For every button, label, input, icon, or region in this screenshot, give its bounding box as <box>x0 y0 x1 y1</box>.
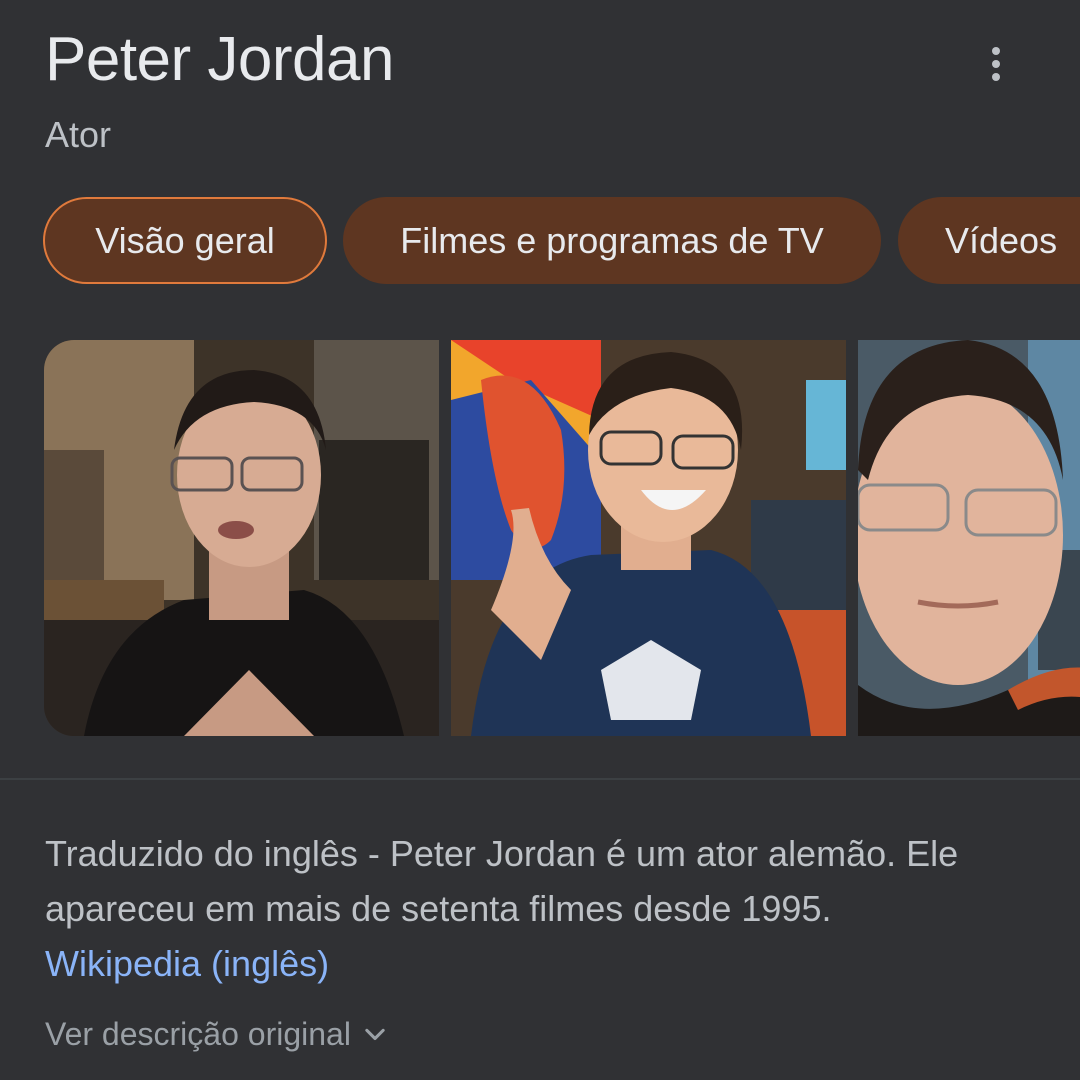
chevron-down-icon <box>365 1028 385 1040</box>
tab-movies-tv[interactable]: Filmes e programas de TV <box>343 197 881 284</box>
page-subtitle: Ator <box>45 114 112 155</box>
person-photo-image <box>44 340 439 736</box>
tab-overview[interactable]: Visão geral <box>43 197 327 284</box>
person-photo-image <box>858 340 1080 736</box>
person-photo-image <box>451 340 846 736</box>
view-original-label: Ver descrição original <box>45 1016 351 1052</box>
page-title: Peter Jordan <box>45 25 395 94</box>
knowledge-panel-header: Peter Jordan Ator <box>45 22 1080 155</box>
more-vert-icon-dot <box>992 60 1000 68</box>
more-vert-icon <box>992 47 1000 55</box>
view-original-description-button[interactable]: Ver descrição original <box>45 1016 389 1053</box>
person-photo-2[interactable] <box>451 340 846 736</box>
section-divider <box>0 778 1080 780</box>
tab-bar: Visão geral Filmes e programas de TV Víd… <box>43 197 1080 284</box>
wikipedia-link[interactable]: Wikipedia (inglês) <box>45 936 329 991</box>
more-options-button[interactable] <box>976 44 1016 84</box>
person-photo-3[interactable] <box>858 340 1080 736</box>
tab-videos[interactable]: Vídeos <box>898 197 1080 284</box>
person-photo-1[interactable] <box>44 340 439 736</box>
image-carousel <box>44 340 1080 736</box>
more-vert-icon-dot <box>992 73 1000 81</box>
description: Traduzido do inglês - Peter Jordan é um … <box>45 826 1055 991</box>
description-text: Traduzido do inglês - Peter Jordan é um … <box>45 833 959 929</box>
